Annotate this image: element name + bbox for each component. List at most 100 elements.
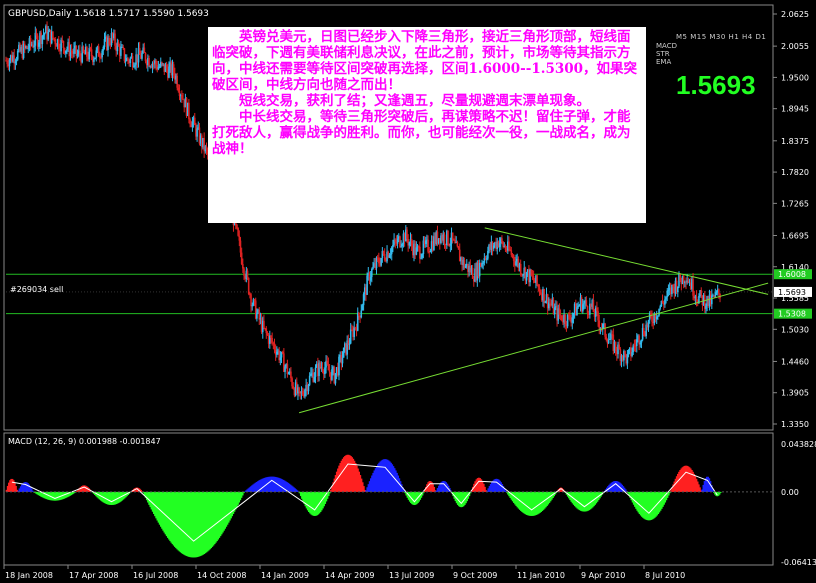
candle-body (410, 239, 413, 246)
candle-body (700, 290, 703, 296)
candle-body (626, 354, 629, 364)
candle-body (14, 61, 17, 64)
y-tick-label: 1.6695 (781, 231, 809, 240)
x-tick-label: 8 Jul 2010 (645, 571, 685, 580)
candle-body (596, 307, 598, 312)
macd-tick-label: -0.064130 (781, 558, 816, 567)
candle-body (360, 310, 363, 318)
candle-body (538, 287, 541, 293)
candle-body (117, 42, 120, 47)
candle-body (549, 302, 551, 305)
candle-body (328, 370, 331, 373)
candle-body (380, 258, 382, 266)
candle-body (251, 305, 254, 307)
candle-body (362, 294, 365, 306)
analysis-note: 英镑兑美元，日图已经步入下降三角形，接近三角形顶部，短线面临突破，下週有美联储利… (208, 27, 646, 223)
candle-body (371, 269, 373, 277)
candle-body (639, 342, 642, 345)
candle-body (558, 308, 561, 315)
candle-body (657, 315, 659, 317)
candle-body (553, 307, 556, 315)
candle-body (6, 60, 8, 65)
candle-body (237, 228, 239, 236)
timeframe-list[interactable]: M5 M15 M30 H1 H4 D1 (676, 33, 766, 41)
candle-body (394, 239, 397, 242)
x-tick-label: 14 Apr 2009 (325, 571, 374, 580)
candle-body (236, 224, 238, 229)
candle-body (266, 333, 269, 335)
candle-body (33, 45, 35, 48)
candle-body (95, 50, 98, 58)
candle-body (572, 313, 575, 318)
candle-body (604, 323, 606, 337)
candle-body (447, 230, 449, 245)
candle-body (487, 250, 489, 259)
candle-body (158, 66, 161, 68)
current-price-display: 1.5693 (676, 70, 756, 100)
candle-body (543, 288, 545, 303)
x-tick-label: 14 Jan 2009 (261, 571, 309, 580)
note-paragraph-3: 中长线交易，等待三角形突破后，再谋策略不迟！留住子弹，才能打死敌人，赢得战争的胜… (212, 109, 631, 157)
candle-body (307, 384, 310, 392)
candle-body (246, 270, 249, 279)
candle-body (243, 268, 245, 276)
x-tick-label: 14 Oct 2008 (197, 571, 246, 580)
candle-body (421, 254, 424, 258)
candle-body (165, 64, 168, 70)
candle-body (176, 75, 178, 88)
candle-body (242, 264, 244, 269)
candle-body (415, 247, 418, 255)
candle-body (341, 357, 344, 364)
candle-body (427, 239, 429, 252)
candle-body (651, 316, 653, 322)
candle-body (73, 48, 75, 54)
candle-body (286, 363, 289, 375)
candle-body (569, 315, 571, 320)
candle-body (52, 31, 54, 39)
candle-body (692, 279, 694, 296)
candle-body (15, 59, 18, 62)
candle-body (35, 32, 38, 36)
order-label[interactable]: #269034 sell (10, 285, 63, 294)
x-tick-label: 17 Apr 2008 (69, 571, 118, 580)
candle-body (492, 245, 495, 249)
candle-body (310, 373, 312, 376)
candle-body (284, 366, 286, 372)
candle-body (396, 238, 399, 244)
x-tick-label: 9 Oct 2009 (453, 571, 497, 580)
candle-body (8, 59, 11, 67)
candle-body (291, 378, 293, 387)
candle-body (666, 290, 669, 298)
candle-body (383, 253, 386, 260)
candle-body (399, 236, 401, 247)
candle-body (349, 329, 352, 344)
candle-body (515, 261, 517, 266)
candle-body (29, 38, 32, 45)
candle-body (247, 278, 250, 294)
macd-tick-label: 0.043828 (781, 440, 816, 449)
candle-body (406, 229, 408, 239)
candle-body (353, 327, 356, 337)
candle-body (239, 240, 242, 253)
y-tick-label: 1.3350 (781, 420, 809, 429)
candle-body (324, 367, 326, 375)
candle-body (643, 328, 645, 335)
candle-body (238, 235, 241, 241)
candle-body (464, 265, 467, 268)
candle-body (525, 272, 528, 281)
candle-body (271, 337, 273, 343)
candle-body (79, 50, 81, 56)
candle-body (47, 31, 50, 40)
candle-body (586, 305, 589, 314)
candle-body (401, 244, 404, 247)
candle-body (443, 234, 446, 245)
candle-body (624, 351, 626, 355)
candle-body (168, 66, 170, 78)
y-tick-label: 1.7265 (781, 199, 809, 208)
candle-body (560, 315, 563, 321)
candle-body (607, 339, 610, 344)
candle-body (456, 241, 459, 247)
candle-body (114, 33, 116, 46)
candle-body (679, 273, 681, 282)
candle-body (597, 311, 599, 321)
